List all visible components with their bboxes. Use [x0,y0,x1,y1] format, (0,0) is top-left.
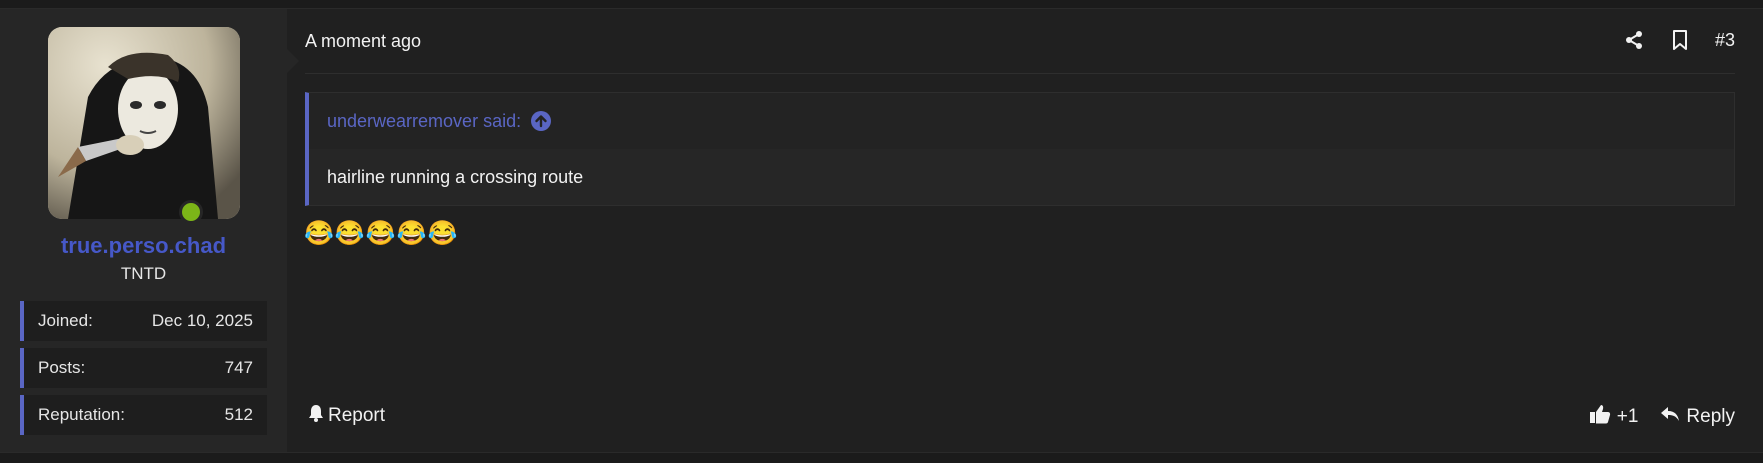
forum-post: true.perso.chad TNTD Joined: Dec 10, 202… [0,8,1763,453]
user-panel-pointer [287,49,299,73]
report-button[interactable]: Report [308,404,385,428]
quote-text: hairline running a crossing route [309,149,1734,205]
post-main: A moment ago #3 underwearremover said: h… [304,9,1735,452]
arrow-up-circle-icon[interactable] [531,111,552,131]
quote-block: underwearremover said: hairline running … [305,92,1735,206]
quote-header: underwearremover said: [309,93,1734,149]
like-button[interactable]: +1 [1589,404,1639,430]
header-divider [305,73,1735,74]
quote-author-line[interactable]: underwearremover said: [327,111,521,132]
share-icon[interactable] [1623,29,1645,51]
reply-label: Reply [1686,406,1735,427]
stat-label: Joined: [38,311,93,330]
report-label: Report [328,405,386,426]
reply-button[interactable]: Reply [1660,405,1735,429]
post-footer-actions: +1 Reply [1589,404,1735,430]
post-actions: #3 [1623,29,1735,51]
username[interactable]: true.perso.chad [0,233,287,259]
stat-joined: Joined: Dec 10, 2025 [20,301,267,341]
user-title: TNTD [120,264,167,283]
stat-value: 512 [224,405,253,424]
stat-value: 747 [224,358,253,377]
avatar[interactable] [48,27,240,219]
avatar-container [48,27,240,224]
stat-label: Posts: [38,358,86,377]
post-body: 😂😂😂😂😂 [304,220,459,247]
bell-icon [308,404,324,428]
post-number-link[interactable]: #3 [1715,30,1735,51]
stat-posts: Posts: 747 [20,348,267,388]
stat-reputation: Reputation: 512 [20,395,267,435]
online-status-dot [179,200,203,224]
user-panel: true.perso.chad TNTD Joined: Dec 10, 202… [0,9,287,452]
stat-value: Dec 10, 2025 [151,311,253,330]
reply-arrow-icon [1660,405,1680,429]
post-timestamp[interactable]: A moment ago [305,31,421,52]
bookmark-icon[interactable] [1669,29,1691,51]
stat-label: Reputation: [38,405,125,424]
like-count: +1 [1616,406,1639,427]
avatar-image [48,27,240,219]
thumbs-up-icon [1589,404,1611,430]
